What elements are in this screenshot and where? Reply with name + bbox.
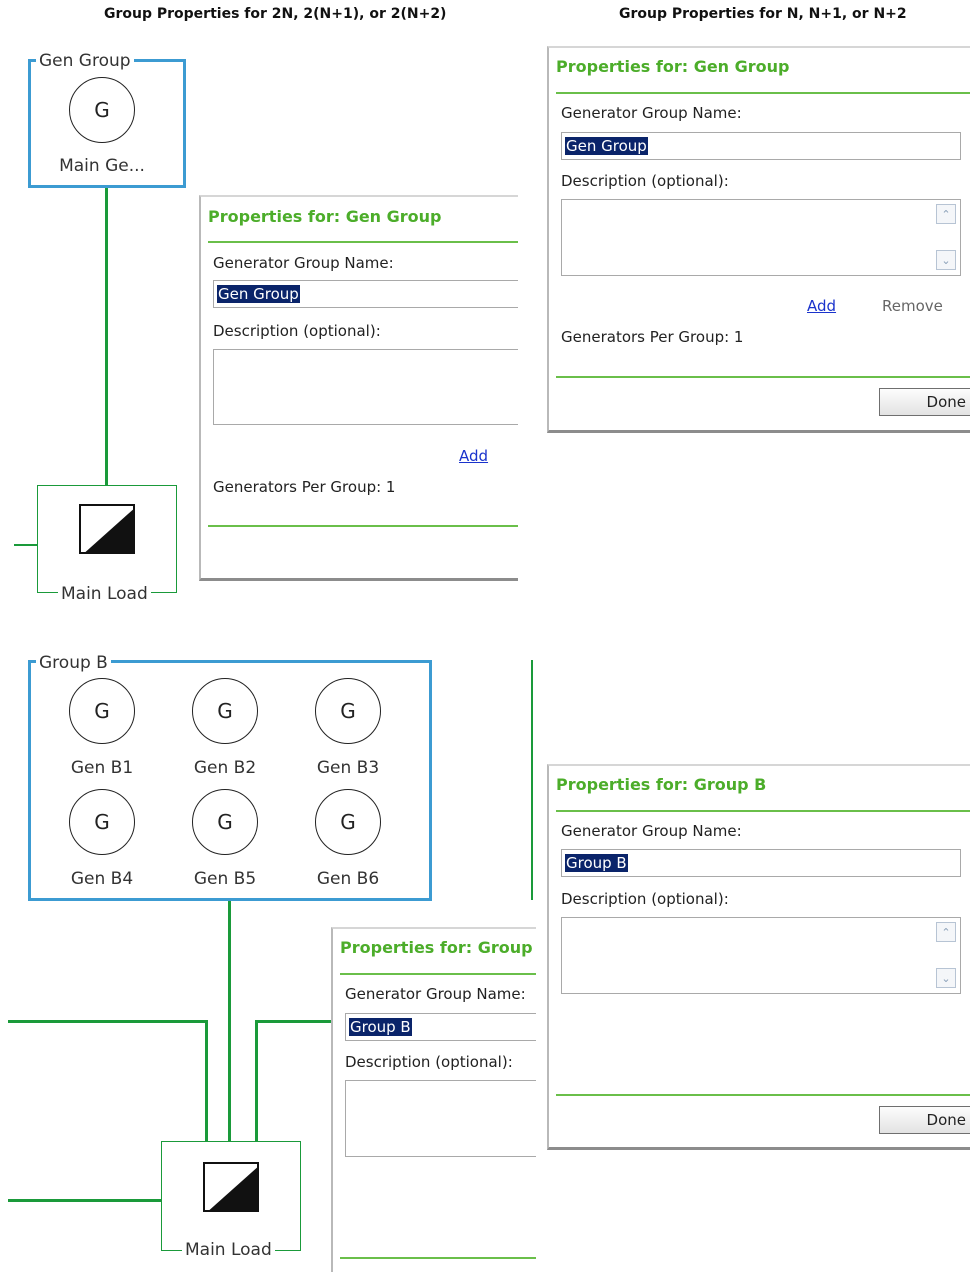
description-textarea[interactable]: ⌃ ⌄ xyxy=(561,917,961,994)
done-button[interactable]: Done xyxy=(879,388,970,416)
panel-title: Properties for: Gen Group xyxy=(208,207,442,226)
load-label: Main Load xyxy=(182,1240,275,1260)
divider xyxy=(556,810,970,812)
chevron-up-icon[interactable]: ⌃ xyxy=(936,922,956,942)
generator-label: Gen B3 xyxy=(316,758,380,778)
group-name-input[interactable]: Gen Group xyxy=(561,132,961,160)
divider xyxy=(340,1257,536,1259)
load-icon xyxy=(203,1162,259,1212)
group-name-input[interactable]: Group B xyxy=(561,849,961,877)
group-name-value: Gen Group xyxy=(217,285,300,303)
properties-panel: Properties for: Gen Group Generator Grou… xyxy=(199,195,518,581)
generator-label: Gen B1 xyxy=(70,758,134,778)
panel-title: Properties for: Group B xyxy=(556,775,767,794)
divider xyxy=(556,376,970,378)
generator-label: Gen B5 xyxy=(193,869,257,889)
generator-label: Gen B4 xyxy=(70,869,134,889)
generators-per-group: Generators Per Group: 1 xyxy=(561,328,744,346)
description-textarea[interactable]: ⌃ ⌄ xyxy=(561,199,961,276)
generators-per-group: Generators Per Group: 1 xyxy=(213,478,396,496)
remove-link[interactable]: Remove xyxy=(882,297,943,315)
generator-label: Gen B2 xyxy=(193,758,257,778)
group-name-value: Group B xyxy=(565,854,628,872)
generator-icon[interactable]: G xyxy=(69,789,135,855)
properties-panel: Properties for: Gen Group Generator Grou… xyxy=(547,46,970,433)
properties-panel: Properties for: Group B Generator Group … xyxy=(547,764,970,1150)
connector-line xyxy=(255,1020,258,1142)
name-label: Generator Group Name: xyxy=(213,254,394,272)
load-icon xyxy=(79,504,135,554)
load-label: Main Load xyxy=(58,584,151,604)
divider xyxy=(556,1094,970,1096)
generator-icon[interactable]: G xyxy=(192,789,258,855)
connector-line xyxy=(14,544,38,546)
description-textarea[interactable] xyxy=(213,349,518,425)
connector-line xyxy=(205,1020,208,1142)
connector-line xyxy=(8,1020,208,1023)
group-title: Group B xyxy=(36,653,111,673)
group-name-value: Gen Group xyxy=(565,137,648,155)
connector-line xyxy=(228,900,231,1142)
panel-title: Properties for: Group B xyxy=(340,938,536,957)
connector-line xyxy=(255,1020,331,1023)
divider xyxy=(340,973,536,975)
chevron-down-icon[interactable]: ⌄ xyxy=(936,968,956,988)
done-button[interactable]: Done xyxy=(879,1106,970,1134)
chevron-up-icon[interactable]: ⌃ xyxy=(936,204,956,224)
heading-left: Group Properties for 2N, 2(N+1), or 2(N+… xyxy=(104,6,447,22)
group-name-input[interactable]: Group B xyxy=(345,1013,536,1041)
connector-line xyxy=(8,1199,162,1202)
description-label: Description (optional): xyxy=(213,322,381,340)
add-link[interactable]: Add xyxy=(459,447,488,465)
description-label: Description (optional): xyxy=(561,172,729,190)
connector-line xyxy=(531,660,533,900)
group-name-input[interactable]: Gen Group xyxy=(213,280,518,308)
description-label: Description (optional): xyxy=(345,1053,513,1071)
generator-icon[interactable]: G xyxy=(315,789,381,855)
heading-right: Group Properties for N, N+1, or N+2 xyxy=(619,6,907,22)
generator-label: Gen B6 xyxy=(316,869,380,889)
name-label: Generator Group Name: xyxy=(561,104,742,122)
divider xyxy=(208,241,518,243)
description-label: Description (optional): xyxy=(561,890,729,908)
generator-icon[interactable]: G xyxy=(69,678,135,744)
generator-label: Main Ge... xyxy=(59,156,145,176)
description-textarea[interactable] xyxy=(345,1080,536,1157)
chevron-down-icon[interactable]: ⌄ xyxy=(936,250,956,270)
add-link[interactable]: Add xyxy=(807,297,836,315)
connector-line xyxy=(105,187,108,485)
group-title: Gen Group xyxy=(36,51,134,71)
generator-icon[interactable]: G xyxy=(69,77,135,143)
group-name-value: Group B xyxy=(349,1018,412,1036)
generator-icon[interactable]: G xyxy=(192,678,258,744)
divider xyxy=(208,525,518,527)
properties-panel: Properties for: Group B Generator Group … xyxy=(331,927,536,1272)
name-label: Generator Group Name: xyxy=(561,822,742,840)
name-label: Generator Group Name: xyxy=(345,985,526,1003)
divider xyxy=(556,92,970,94)
generator-icon[interactable]: G xyxy=(315,678,381,744)
panel-title: Properties for: Gen Group xyxy=(556,57,790,76)
